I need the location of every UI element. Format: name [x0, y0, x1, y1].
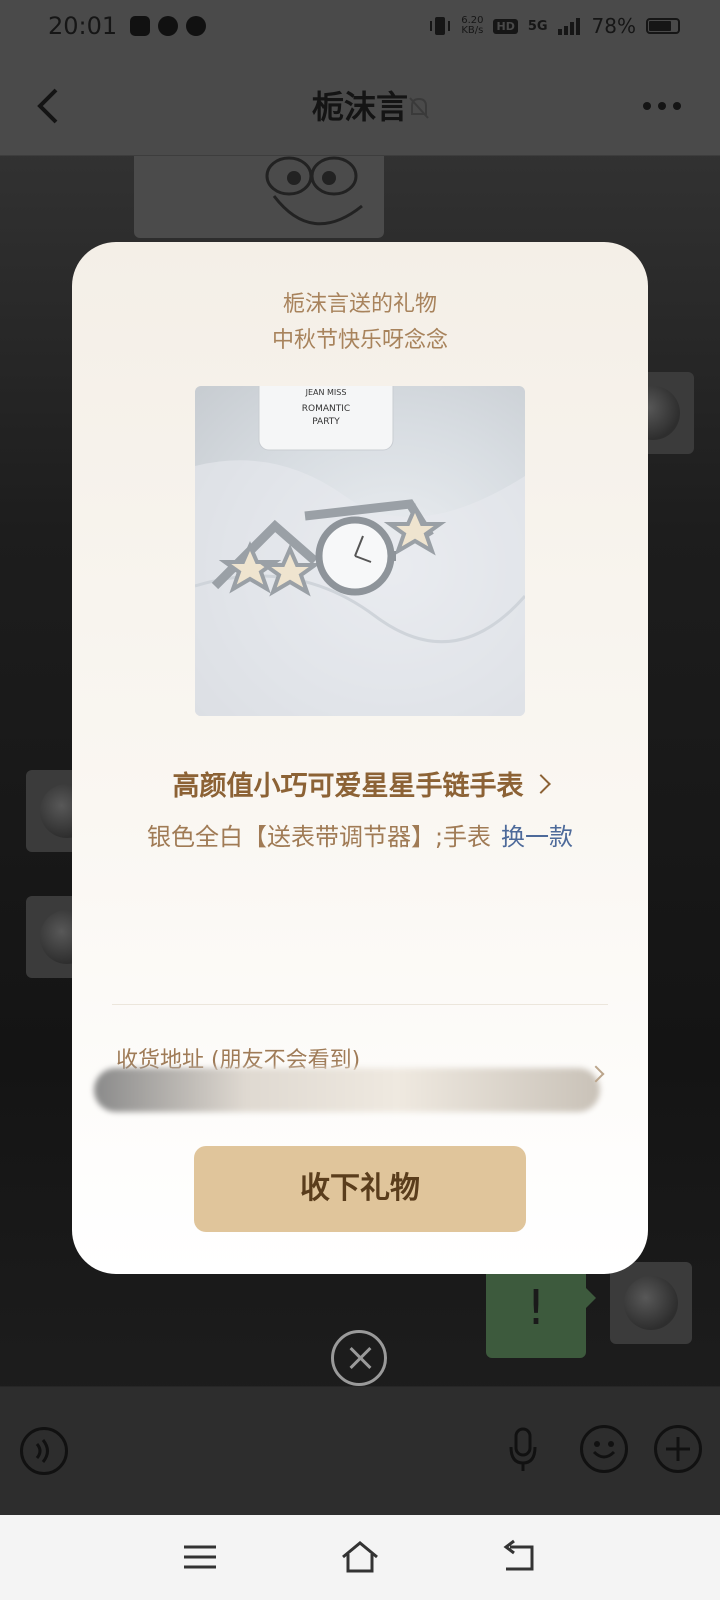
battery-percent: 78%	[591, 14, 636, 38]
plus-icon[interactable]	[654, 1425, 702, 1473]
net-speed: 6.20 KB/s	[461, 16, 483, 36]
swap-variant-link[interactable]: 换一款	[501, 823, 573, 851]
chat-title: 栀沫言	[311, 88, 408, 126]
chat-header: 栀沫言	[0, 56, 720, 156]
avatar[interactable]	[610, 1262, 692, 1344]
product-image[interactable]: JEAN MISS ROMANTIC PARTY	[195, 386, 525, 716]
chat-input-bar	[0, 1386, 720, 1515]
notification-icons	[130, 16, 206, 36]
photo-brand-text: JEAN MISS	[305, 388, 347, 397]
gift-dialog: 栀沫言送的礼物 中秋节快乐呀念念 JEAN MISS ROMANTIC PART…	[72, 242, 648, 1274]
emoji-icon[interactable]	[580, 1425, 628, 1473]
product-variant: 银色全白【送表带调节器】;手表	[146, 823, 492, 851]
owl-sticker-icon	[265, 156, 363, 226]
mic-icon[interactable]	[508, 1427, 538, 1473]
product-variant-row: 银色全白【送表带调节器】;手表 换一款	[72, 817, 648, 852]
battery-icon	[646, 18, 680, 34]
tiktok-icon	[130, 16, 150, 36]
gift-message: 中秋节快乐呀念念	[271, 328, 448, 353]
bell-muted-icon	[409, 97, 429, 119]
close-icon[interactable]	[331, 1330, 387, 1386]
status-bar: 20:01 6.20 KB/s HD 5G 78%	[0, 0, 720, 56]
address-value-redacted[interactable]	[94, 1068, 600, 1112]
hd-badge: HD	[493, 18, 518, 34]
chevron-right-icon	[530, 774, 551, 794]
divider	[112, 1004, 608, 1005]
more-dots-icon[interactable]	[642, 96, 682, 116]
sticker-message[interactable]	[134, 156, 384, 238]
status-right-group: 6.20 KB/s HD 5G 78%	[429, 14, 680, 38]
back-icon[interactable]	[500, 1539, 540, 1575]
net-speed-unit: KB/s	[461, 25, 484, 36]
menu-icon[interactable]	[180, 1539, 220, 1575]
product-photo-drawing	[195, 386, 525, 716]
voice-icon[interactable]	[20, 1427, 68, 1475]
status-time: 20:01	[48, 12, 118, 40]
vibrate-icon	[430, 17, 451, 35]
photo-line1-text: ROMANTIC	[301, 404, 351, 414]
product-name: 高颜值小巧可爱星星手链手表	[172, 771, 524, 802]
message-icon	[158, 16, 178, 36]
signal-icon	[557, 18, 580, 35]
gift-sender-text: 栀沫言送的礼物	[282, 292, 437, 317]
network-type: 5G	[527, 18, 548, 34]
system-nav-bar	[0, 1515, 720, 1600]
accept-gift-button[interactable]: 收下礼物	[194, 1146, 526, 1232]
settings-icon	[186, 16, 206, 36]
photo-line2-text: PARTY	[312, 417, 340, 427]
product-name-link[interactable]: 高颜值小巧可爱星星手链手表	[72, 764, 648, 803]
home-icon[interactable]	[340, 1539, 380, 1575]
